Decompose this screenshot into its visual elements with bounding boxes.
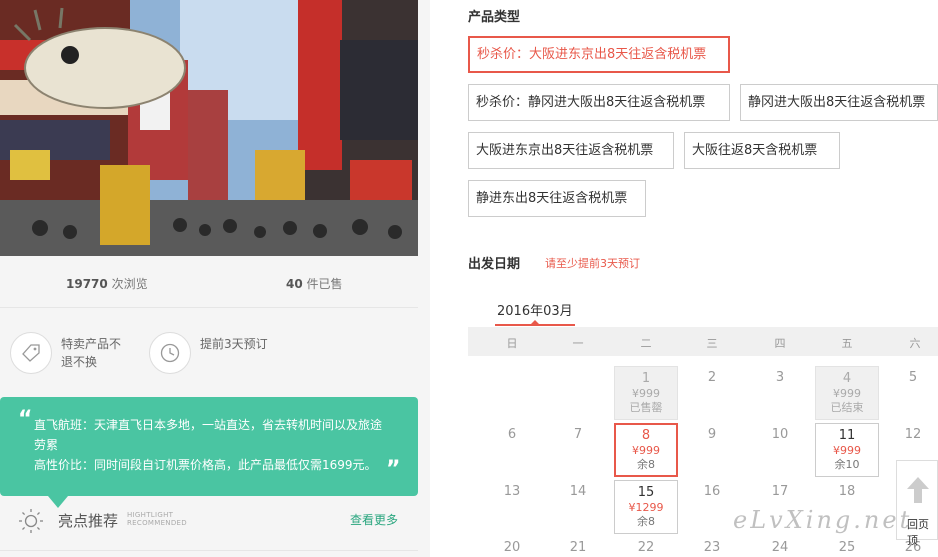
calendar-day: 9 [707,427,717,442]
weekday-header: 日 一 二 三 四 五 六 [468,327,938,356]
arrow-up-icon [907,477,929,503]
feature-text: 特卖产品不退不换 [61,337,122,369]
departure-date-label: 出发日期 [468,257,521,272]
calendar-day: 7 [573,427,583,442]
product-option[interactable]: 静进东出8天往返含税机票 [468,180,646,217]
calendar-day: 10 [771,427,789,442]
quote-open-icon: “ [18,407,33,432]
calendar-day-available[interactable]: 11 ¥999 余10 [815,423,879,477]
calendar-day: 25 [838,540,856,555]
weekday-thu: 四 [774,337,786,350]
weekday-wed: 三 [706,337,718,350]
calendar-day: 18 [838,484,856,499]
calendar-day: 12 [904,427,922,442]
month-underline [495,324,575,326]
product-option[interactable]: 秒杀价：大阪进东京出8天往返含税机票 [468,36,730,73]
calendar-day: 13 [503,484,521,499]
booking-note: 请至少提前3天预订 [545,257,640,270]
weekday-fri: 五 [841,337,853,350]
feature-no-refund: 特卖产品不退不换 [0,332,130,376]
calendar-day: 16 [703,484,721,499]
calendar-month[interactable]: 2016年03月 [497,300,573,319]
calendar-day: 3 [775,370,785,385]
weekday-tue: 二 [640,337,652,350]
divider [0,550,418,551]
left-panel: 19770 次浏览 40 件已售 特卖产品不退不换 提前3天预订 “ 直飞航班：… [0,0,430,557]
product-option[interactable]: 秒杀价：静冈进大阪出8天往返含税机票 [468,84,730,121]
highlight-header: 亮点推荐 HIGHTLIGHT RECOMMENDED 查看更多 [0,500,418,540]
watermark: eLvXing.net [733,506,913,534]
month-indicator-icon [531,320,539,324]
calendar-day: 22 [637,540,655,555]
view-more-link[interactable]: 查看更多 [350,511,398,528]
calendar-day: 5 [908,370,918,385]
calendar-day: 4 ¥999 已结束 [815,366,879,420]
calendar-day-available[interactable]: 15 ¥1299 余8 [614,480,678,534]
tag-icon [10,332,52,374]
weekday-sat: 六 [909,337,921,350]
calendar-day: 2 [707,370,717,385]
weekday-sun: 日 [506,337,518,350]
product-option[interactable]: 大阪往返8天含税机票 [684,132,840,169]
sold-count: 40 件已售 [286,277,343,291]
quote-close-icon: ” [386,457,401,482]
highlight-bubble: “ 直飞航班：天津直飞日本多地，一站直达，省去转机时间以及旅途劳累 高性价比：同… [0,397,418,508]
product-type-label: 产品类型 [468,10,521,25]
calendar-day: 24 [771,540,789,555]
clock-icon [149,332,191,374]
highlight-line: 直飞航班：天津直飞日本多地，一站直达，省去转机时间以及旅途劳累 [34,418,383,452]
product-option[interactable]: 大阪进东京出8天往返含税机票 [468,132,674,169]
feature-advance-booking: 提前3天预订 [139,332,269,376]
calendar-day: 21 [569,540,587,555]
calendar-day: 6 [507,427,517,442]
feature-text: 提前3天预订 [200,337,268,351]
highlight-title: 亮点推荐 [58,512,119,530]
sun-icon [18,508,44,538]
stats-bar: 19770 次浏览 40 件已售 [0,256,418,308]
product-photo [0,0,418,256]
view-count: 19770 次浏览 [66,277,148,291]
feature-row: 特卖产品不退不换 提前3天预订 [0,318,418,390]
highlight-subtitle: HIGHTLIGHT RECOMMENDED [127,511,187,527]
calendar-day: 1 ¥999 已售罄 [614,366,678,420]
calendar-day: 17 [771,484,789,499]
calendar-day: 20 [503,540,521,555]
calendar-day-selected[interactable]: 8 ¥999 余8 [614,423,678,477]
product-option[interactable]: 静冈进大阪出8天往返含税机票 [740,84,938,121]
weekday-mon: 一 [572,337,584,350]
highlight-line: 高性价比：同时间段自订机票价格高，此产品最低仅需1699元。 [34,458,377,472]
calendar-day: 23 [703,540,721,555]
highlight-text: 直飞航班：天津直飞日本多地，一站直达，省去转机时间以及旅途劳累 高性价比：同时间… [34,415,390,475]
calendar-day: 14 [569,484,587,499]
